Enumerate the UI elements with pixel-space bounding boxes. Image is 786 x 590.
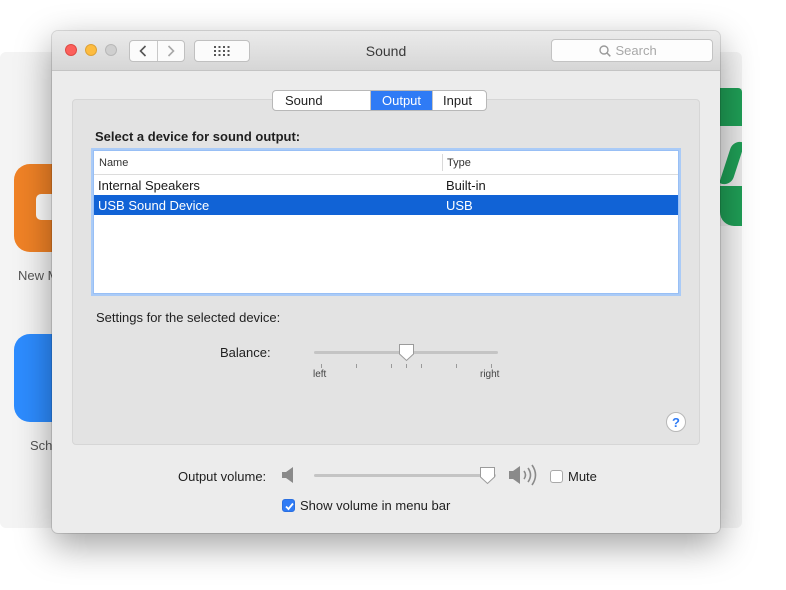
speaker-high-icon	[508, 463, 542, 492]
output-device-heading: Select a device for sound output:	[95, 129, 301, 144]
magnifier-icon	[598, 44, 611, 57]
device-type-cell: Built-in	[446, 178, 486, 193]
device-type-cell: USB	[446, 198, 473, 213]
balance-tick	[456, 364, 457, 368]
balance-tick	[421, 364, 422, 368]
balance-tick	[391, 364, 392, 368]
leaf-shape	[720, 186, 742, 226]
balance-right-label: right	[480, 369, 500, 380]
balance-tick	[406, 364, 407, 368]
background-label-schedule: Sch	[30, 438, 53, 453]
balance-tick	[491, 364, 492, 368]
speaker-low-icon	[281, 466, 295, 489]
mute-label[interactable]: Mute	[568, 469, 597, 484]
mute-checkbox[interactable]	[550, 470, 563, 483]
tab-bar: Sound Effects Output Input	[272, 90, 487, 111]
tab-output[interactable]: Output	[371, 91, 434, 110]
leaf-shape	[720, 88, 742, 126]
output-device-table[interactable]: Name Type Internal Speakers Built-in USB…	[93, 150, 679, 294]
help-button[interactable]: ?	[666, 412, 686, 432]
tab-sound-effects[interactable]: Sound Effects	[273, 91, 371, 110]
column-header-name[interactable]: Name	[99, 157, 128, 169]
table-header: Name Type	[94, 151, 678, 175]
table-row-selected[interactable]: USB Sound Device USB	[94, 195, 678, 215]
balance-left-label: left	[313, 369, 327, 380]
search-field[interactable]	[551, 39, 713, 62]
device-settings-label: Settings for the selected device:	[96, 310, 281, 325]
tab-input[interactable]: Input	[433, 91, 486, 110]
balance-tick	[321, 364, 322, 368]
sound-preferences-window: Sound Sound Effects Output Input Select …	[52, 31, 720, 533]
column-divider	[442, 154, 443, 171]
search-input[interactable]	[615, 43, 666, 58]
show-volume-label[interactable]: Show volume in menu bar	[300, 498, 450, 513]
balance-slider-knob[interactable]	[398, 343, 415, 362]
show-volume-checkbox[interactable]	[282, 499, 295, 512]
volume-slider-track[interactable]	[314, 474, 496, 477]
title-bar[interactable]: Sound	[52, 31, 720, 71]
device-name-cell: Internal Speakers	[98, 178, 200, 193]
table-row[interactable]: Internal Speakers Built-in	[94, 175, 678, 195]
balance-tick	[356, 364, 357, 368]
device-name-cell: USB Sound Device	[98, 198, 210, 213]
output-volume-label: Output volume:	[178, 469, 267, 484]
balance-label: Balance:	[220, 345, 271, 360]
volume-slider-knob[interactable]	[479, 466, 496, 485]
background-plant-image	[720, 88, 742, 226]
checkmark-icon	[285, 502, 294, 511]
leaf-shape	[720, 139, 742, 187]
column-header-type[interactable]: Type	[447, 157, 471, 169]
